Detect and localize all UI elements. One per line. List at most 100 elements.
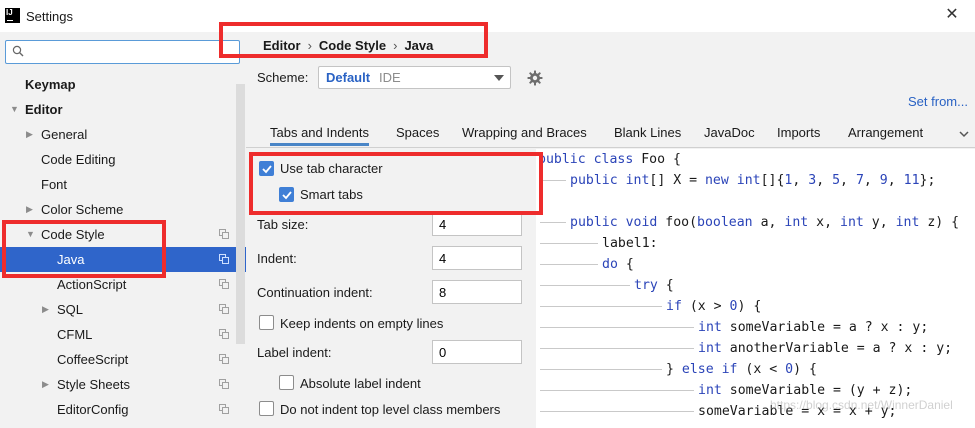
sidebar-item-editor[interactable]: ▼ Editor <box>0 97 246 122</box>
code-line: int anotherVariable = a ? x : y; <box>698 341 953 356</box>
checkmark-icon <box>282 191 292 200</box>
continuation-indent-label: Continuation indent: <box>257 285 373 300</box>
tab-guide <box>540 327 694 328</box>
tab-wrapping-and-braces[interactable]: Wrapping and Braces <box>462 125 587 140</box>
sidebar-item-label: Code Style <box>41 227 105 242</box>
tab-guide <box>540 390 694 391</box>
sidebar-item-label: Java <box>57 252 85 267</box>
code-line: } else if (x < 0) { <box>666 362 817 377</box>
expanded-arrow-icon[interactable]: ▼ <box>26 222 35 247</box>
code-preview[interactable]: public class Foo { public int[] X = new … <box>536 149 975 428</box>
scheme-type: IDE <box>379 70 401 85</box>
sidebar-item-actionscript[interactable]: ActionScript <box>0 272 246 297</box>
search-box[interactable] <box>5 40 240 64</box>
collapsed-arrow-icon[interactable]: ▶ <box>26 122 33 147</box>
sidebar-item-color-scheme[interactable]: ▶ Color Scheme <box>0 197 246 222</box>
tab-guide <box>540 411 694 412</box>
close-button[interactable]: ✕ <box>943 6 961 24</box>
code-line: try { <box>634 278 674 293</box>
use-tab-character-checkbox[interactable] <box>259 161 274 176</box>
sidebar-item-label: Code Editing <box>41 152 116 167</box>
project-scope-icon <box>219 404 229 414</box>
window-title: Settings <box>26 9 73 24</box>
label-indent-field[interactable] <box>432 340 522 364</box>
code-line: label1: <box>602 236 658 251</box>
sidebar-item-label: General <box>41 127 88 142</box>
absolute-label-indent-checkbox[interactable] <box>279 375 294 390</box>
sidebar-item-code-editing[interactable]: Code Editing <box>0 147 246 172</box>
indent-field[interactable] <box>432 246 522 270</box>
breadcrumb-separator: › <box>393 38 398 53</box>
collapsed-arrow-icon[interactable]: ▶ <box>42 297 49 322</box>
title-bar: IJ Settings ✕ <box>0 0 975 32</box>
tab-tabs-and-indents[interactable]: Tabs and Indents <box>270 125 370 146</box>
breadcrumb-item-java: Java <box>404 38 434 53</box>
sidebar-item-label: Font <box>41 177 68 192</box>
set-from-link[interactable]: Set from... <box>908 94 968 109</box>
no-indent-top-level-checkbox[interactable] <box>259 401 274 416</box>
sidebar-item-editorconfig[interactable]: EditorConfig <box>0 397 246 422</box>
tab-size-field[interactable] <box>432 212 522 236</box>
tab-javadoc[interactable]: JavaDoc <box>704 125 755 140</box>
tab-guide <box>540 348 694 349</box>
sidebar-item-font[interactable]: Font <box>0 172 246 197</box>
sidebar-item-label: Color Scheme <box>41 202 124 217</box>
sidebar-item-label: CoffeeScript <box>57 352 129 367</box>
breadcrumb-item-editor: Editor <box>263 38 301 53</box>
chevron-down-icon[interactable] <box>958 128 970 140</box>
tab-guide <box>540 222 566 223</box>
sidebar-item-code-style[interactable]: ▼ Code Style <box>0 222 246 247</box>
sidebar-item-keymap[interactable]: Keymap <box>0 72 246 97</box>
sidebar-item-label: ActionScript <box>57 277 127 292</box>
breadcrumb: Editor › Code Style › Java <box>263 38 433 53</box>
search-input[interactable] <box>28 43 233 61</box>
settings-sidebar: Keymap ▼ Editor ▶ General Code Editing F… <box>0 32 246 428</box>
collapsed-arrow-icon[interactable]: ▶ <box>26 197 33 222</box>
smart-tabs-label: Smart tabs <box>300 187 363 202</box>
project-scope-icon <box>219 304 229 314</box>
continuation-indent-field[interactable] <box>432 280 522 304</box>
intellij-app-icon: IJ <box>5 8 20 23</box>
code-line: public int[] X = new int[]{1, 3, 5, 7, 9… <box>570 173 936 188</box>
expanded-arrow-icon[interactable]: ▼ <box>10 97 19 122</box>
keep-indents-empty-checkbox[interactable] <box>259 315 274 330</box>
sidebar-item-general[interactable]: ▶ General <box>0 122 246 147</box>
sidebar-item-cfml[interactable]: CFML <box>0 322 246 347</box>
tab-guide <box>540 264 598 265</box>
code-line: public void foo(boolean a, int x, int y,… <box>570 215 960 230</box>
collapsed-arrow-icon[interactable]: ▶ <box>42 372 49 397</box>
sidebar-scrollbar[interactable] <box>236 84 245 344</box>
sidebar-item-label: CFML <box>57 327 93 342</box>
sidebar-item-coffeescript[interactable]: CoffeeScript <box>0 347 246 372</box>
tab-guide <box>540 369 662 370</box>
sidebar-item-sql[interactable]: ▶ SQL <box>0 297 246 322</box>
tab-blank-lines[interactable]: Blank Lines <box>614 125 681 140</box>
indent-label: Indent: <box>257 251 297 266</box>
project-scope-icon <box>219 279 229 289</box>
tab-imports[interactable]: Imports <box>777 125 820 140</box>
project-scope-icon <box>219 379 229 389</box>
project-scope-icon <box>219 229 229 239</box>
main-panel: Editor › Code Style › Java Scheme: Default I… <box>246 32 975 428</box>
keep-indents-empty-label: Keep indents on empty lines <box>280 316 444 331</box>
tab-guide <box>540 306 662 307</box>
sidebar-item-label: Editor <box>25 102 63 117</box>
tab-bar: Tabs and Indents Spaces Wrapping and Bra… <box>246 120 975 148</box>
options-pane: Use tab character Smart tabs Tab size: I… <box>246 149 536 428</box>
tab-guide <box>540 243 598 244</box>
scheme-dropdown[interactable]: Default IDE <box>318 66 511 89</box>
scheme-label: Scheme: <box>257 70 309 85</box>
tab-guide <box>540 285 630 286</box>
chevron-down-icon <box>494 75 504 81</box>
smart-tabs-checkbox[interactable] <box>279 187 294 202</box>
watermark: https://blog.csdn.net/WinnerDaniel <box>770 398 953 412</box>
project-scope-icon <box>219 254 229 264</box>
use-tab-character-label: Use tab character <box>280 161 383 176</box>
tab-spaces[interactable]: Spaces <box>396 125 439 140</box>
sidebar-item-label: Style Sheets <box>57 377 130 392</box>
scheme-name: Default <box>326 70 371 85</box>
sidebar-item-java[interactable]: Java <box>0 247 246 272</box>
gear-icon[interactable] <box>527 70 543 86</box>
sidebar-item-style-sheets[interactable]: ▶ Style Sheets <box>0 372 246 397</box>
tab-arrangement[interactable]: Arrangement <box>848 125 923 140</box>
